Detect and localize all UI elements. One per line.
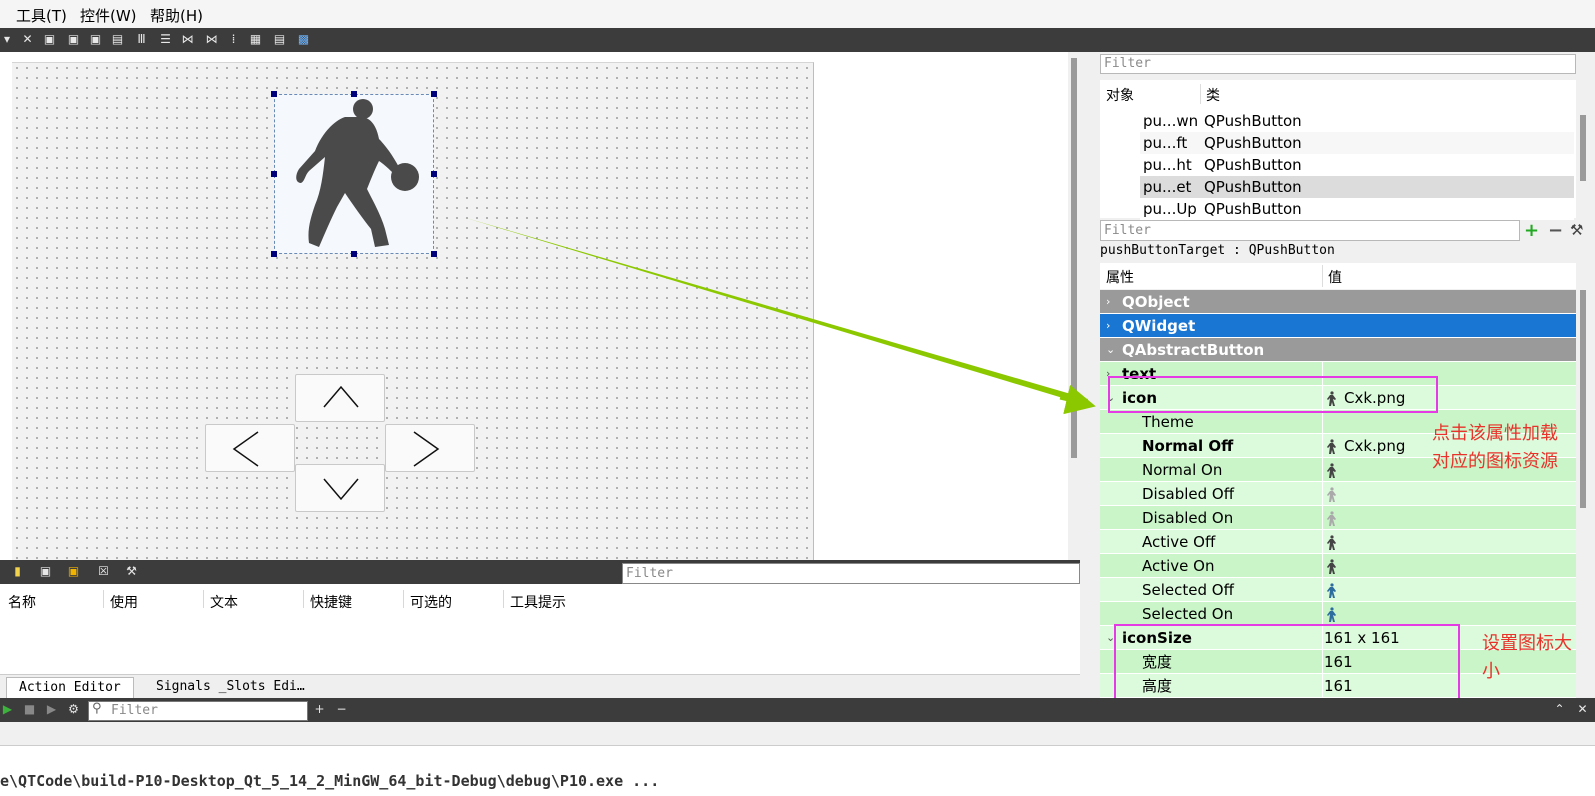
attach-icon[interactable]: ▶ xyxy=(44,702,59,717)
iconsize-highlight-box xyxy=(1114,624,1460,702)
output-filter-input[interactable]: Filter xyxy=(88,701,308,721)
output-line: e\QTCode\build-P10-Desktop_Qt_5_14_2_Min… xyxy=(0,772,660,790)
close-icon[interactable]: ✕ xyxy=(1575,702,1590,717)
icon-highlight-box xyxy=(1108,376,1438,413)
search-icon: ⚲ xyxy=(92,701,102,716)
application-output: e\QTCode\build-P10-Desktop_Qt_5_14_2_Min… xyxy=(0,746,1595,796)
iconsize-annotation: 设置图标大 小 xyxy=(1482,633,1572,682)
icon-annotation: 点击该属性加载 对应的图标资源 xyxy=(1432,423,1558,472)
run-icon[interactable]: ▶ xyxy=(0,702,15,717)
zoom-out-icon[interactable]: − xyxy=(334,702,349,717)
output-tab-strip xyxy=(0,722,1595,746)
maximize-icon[interactable]: ⌃ xyxy=(1552,702,1567,717)
zoom-in-icon[interactable]: + xyxy=(312,702,327,717)
settings-gear-icon[interactable]: ⚙ xyxy=(66,702,81,717)
stop-icon[interactable]: ■ xyxy=(22,702,37,717)
